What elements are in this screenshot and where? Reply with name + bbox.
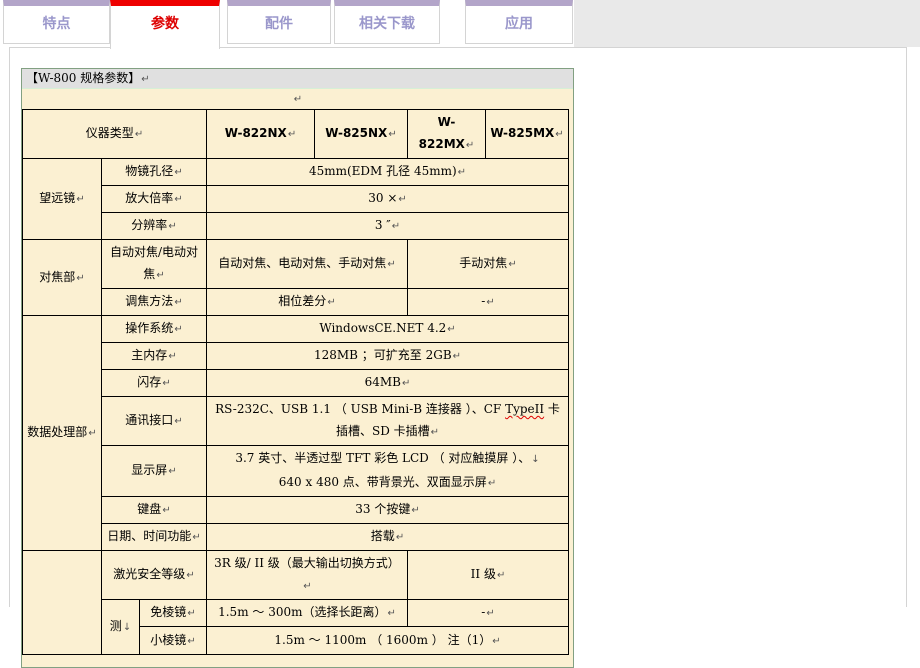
tab-accessories[interactable]: 配件 (227, 0, 331, 44)
tab-features[interactable]: 特点 (3, 0, 110, 44)
cell-ram-value: 128MB ；可扩充至 2GB↵ (207, 343, 569, 370)
cell-model-w822mx: W-822MX↵ (408, 110, 486, 159)
cell-resolution-label: 分辨率↵ (102, 213, 207, 240)
row-resolution: 分辨率↵ 3 ″↵ (23, 213, 569, 240)
cell-reflectorless-label: 免棱镜↵ (140, 600, 207, 627)
cell-keyboard-label: 键盘↵ (102, 497, 207, 524)
cell-laser-value-nx: 3R 级/ II 级（最大输出切换方式）↵ (207, 551, 408, 600)
cell-reflectorless-value-nx: 1.5m ～ 300m（选择长距离）↵ (207, 600, 408, 627)
comm-value-spellcheck: TypeII (505, 402, 544, 416)
tab-bar: 特点 参数 配件 相关下载 应用 (0, 0, 920, 47)
tab-parameters[interactable]: 参数 (110, 0, 220, 49)
cell-flash-label: 闪存↵ (102, 370, 207, 397)
row-ram: 主内存↵ 128MB ；可扩充至 2GB↵ (23, 343, 569, 370)
content-panel: 【W-800 规格参数】↵ ↵ 仪器类型↵ W-822NX↵ W-825NX↵ … (9, 47, 907, 607)
row-comm: 通讯接口↵ RS-232C、USB 1.1 （ USB Mini-B 连接器 ）… (23, 397, 569, 446)
cell-resolution-value: 3 ″↵ (207, 213, 569, 240)
display-value-line2: 640 x 480 点、带背景光、双面显示屏↵ (210, 471, 565, 495)
spec-table-wrapper: 【W-800 规格参数】↵ ↵ 仪器类型↵ W-822NX↵ W-825NX↵ … (21, 68, 574, 668)
cell-comm-value: RS-232C、USB 1.1 （ USB Mini-B 连接器 ）、CF Ty… (207, 397, 569, 446)
display-value-line1: 3.7 英寸、半透过型 TFT 彩色 LCD （ 对应触摸屏 ）、↓ (210, 447, 565, 471)
cell-group-distance (23, 551, 102, 655)
cell-aperture-label: 物镜孔径↵ (102, 159, 207, 186)
row-os: 数据处理部↵ 操作系统↵ WindowsCE.NET 4.2↵ (23, 316, 569, 343)
spec-table: 仪器类型↵ W-822NX↵ W-825NX↵ W-822MX↵ W-825MX… (22, 109, 569, 655)
row-focus-method: 调焦方法↵ 相位差分↵ -↵ (23, 289, 569, 316)
cell-display-value: 3.7 英寸、半透过型 TFT 彩色 LCD （ 对应触摸屏 ）、↓640 x … (207, 446, 569, 497)
cell-model-w825mx: W-825MX↵ (486, 110, 569, 159)
row-magnification: 放大倍率↵ 30 ×↵ (23, 186, 569, 213)
cell-os-label: 操作系统↵ (102, 316, 207, 343)
cell-model-w822nx: W-822NX↵ (207, 110, 315, 159)
cell-autofocus-value-nx: 自动对焦、电动对焦、手动对焦↵ (207, 240, 408, 289)
cell-group-focusing: 对焦部↵ (23, 240, 102, 316)
cell-display-label: 显示屏↵ (102, 446, 207, 497)
cell-aperture-value: 45mm(EDM 孔径 45mm)↵ (207, 159, 569, 186)
cell-focus-method-value-nx: 相位差分↵ (207, 289, 408, 316)
cell-subgroup-ranging: 测↓ (102, 600, 140, 655)
row-autofocus: 对焦部↵ 自动对焦/电动对焦↵ 自动对焦、电动对焦、手动对焦↵ 手动对焦↵ (23, 240, 569, 289)
comm-value-pre: RS-232C、USB 1.1 （ USB Mini-B 连接器 ）、CF (215, 402, 505, 416)
cell-focus-method-value-mx: -↵ (408, 289, 569, 316)
cell-magnification-value: 30 ×↵ (207, 186, 569, 213)
cell-group-data-processing: 数据处理部↵ (23, 316, 102, 551)
cell-group-telescope: 望远镜↵ (23, 159, 102, 240)
spec-table-blank-row: ↵ (22, 89, 573, 109)
cell-focus-method-label: 调焦方法↵ (102, 289, 207, 316)
cell-keyboard-value: 33 个按键↵ (207, 497, 569, 524)
cell-laser-value-mx: II 级↵ (408, 551, 569, 600)
cell-laser-label: 激光安全等级↵ (102, 551, 207, 600)
tab-downloads[interactable]: 相关下载 (334, 0, 440, 44)
cell-reflectorless-value-mx: -↵ (408, 600, 569, 627)
row-laser-class: 激光安全等级↵ 3R 级/ II 级（最大输出切换方式）↵ II 级↵ (23, 551, 569, 600)
cell-comm-label: 通讯接口↵ (102, 397, 207, 446)
tab-bar-filler (574, 0, 920, 47)
cell-mini-prism-value: 1.5m ～ 1100m （ 1600m ） 注（1）↵ (207, 627, 569, 655)
cell-datetime-value: 搭载↵ (207, 524, 569, 551)
row-aperture: 望远镜↵ 物镜孔径↵ 45mm(EDM 孔径 45mm)↵ (23, 159, 569, 186)
cell-ram-label: 主内存↵ (102, 343, 207, 370)
cell-mini-prism-label: 小棱镜↵ (140, 627, 207, 655)
row-datetime: 日期、时间功能↵ 搭载↵ (23, 524, 569, 551)
cell-datetime-label: 日期、时间功能↵ (102, 524, 207, 551)
row-keyboard: 键盘↵ 33 个按键↵ (23, 497, 569, 524)
cell-autofocus-label: 自动对焦/电动对焦↵ (102, 240, 207, 289)
cell-os-value: WindowsCE.NET 4.2↵ (207, 316, 569, 343)
tab-applications[interactable]: 应用 (465, 0, 573, 44)
cell-instrument-type-label: 仪器类型↵ (23, 110, 207, 159)
cell-magnification-label: 放大倍率↵ (102, 186, 207, 213)
cell-model-w825nx: W-825NX↵ (315, 110, 408, 159)
row-reflectorless: 测↓ 免棱镜↵ 1.5m ～ 300m（选择长距离）↵ -↵ (23, 600, 569, 627)
row-display: 显示屏↵ 3.7 英寸、半透过型 TFT 彩色 LCD （ 对应触摸屏 ）、↓6… (23, 446, 569, 497)
cell-flash-value: 64MB↵ (207, 370, 569, 397)
cell-autofocus-value-mx: 手动对焦↵ (408, 240, 569, 289)
spec-table-title: 【W-800 规格参数】↵ (22, 69, 573, 89)
row-flash: 闪存↵ 64MB↵ (23, 370, 569, 397)
row-instrument-type: 仪器类型↵ W-822NX↵ W-825NX↵ W-822MX↵ W-825MX… (23, 110, 569, 159)
